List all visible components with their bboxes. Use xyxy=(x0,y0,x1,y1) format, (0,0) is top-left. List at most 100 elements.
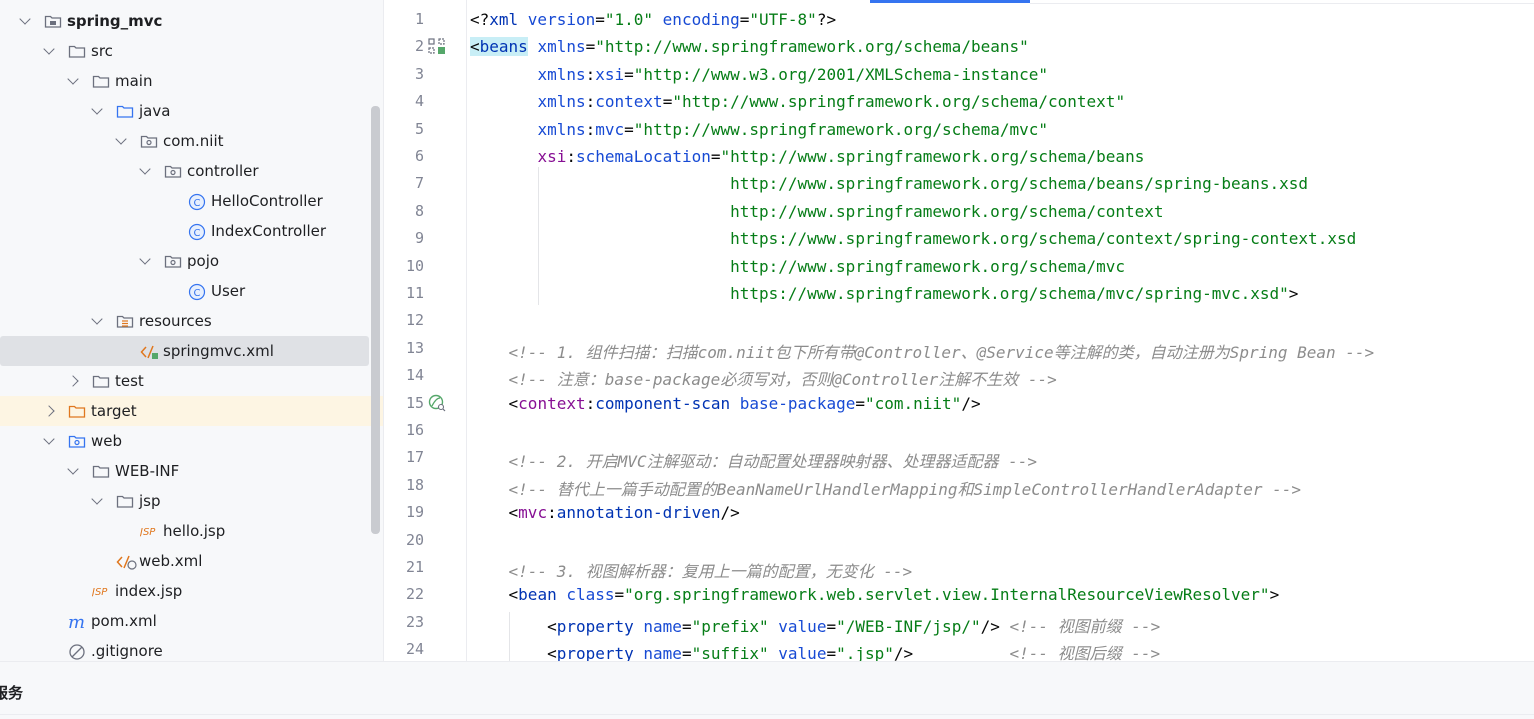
chevron-down-icon[interactable] xyxy=(19,13,31,25)
chevron-down-icon[interactable] xyxy=(115,133,127,145)
tree-item-hellocontroller[interactable]: C HelloController xyxy=(0,186,383,216)
code-line[interactable]: 7 http://www.springframework.org/schema/… xyxy=(384,169,1534,196)
code-token: version xyxy=(527,10,596,29)
code-token: = xyxy=(662,92,673,112)
code-line[interactable]: 4 xmlns:context="http://www.springframew… xyxy=(384,87,1534,114)
web-xml-file-icon xyxy=(116,553,137,570)
code-token: class xyxy=(566,585,615,605)
code-line[interactable]: 16 xyxy=(384,416,1534,443)
tree-item-src[interactable]: src xyxy=(0,36,383,66)
code-token: "http://www.w3.org/2001/XMLSchema-instan… xyxy=(633,64,1049,84)
chevron-down-icon[interactable] xyxy=(91,103,103,115)
code-text: <mvc:annotation-driven/> xyxy=(470,503,740,522)
tree-item-com-niit[interactable]: com.niit xyxy=(0,126,383,156)
code-line[interactable]: 6 xsi:schemaLocation="http://www.springf… xyxy=(384,142,1534,169)
source-folder-icon xyxy=(116,103,134,119)
chevron-down-icon[interactable] xyxy=(43,43,55,55)
code-token: > xyxy=(1288,284,1299,303)
chevron-down-icon[interactable] xyxy=(139,163,151,175)
tree-item-java[interactable]: java xyxy=(0,96,383,126)
folder-icon xyxy=(92,73,110,89)
code-line[interactable]: 17 <!-- 2. 开启MVC注解驱动：自动配置处理器映射器、处理器适配器 -… xyxy=(384,443,1534,471)
line-number: 15 xyxy=(405,393,424,412)
tree-item-web-xml[interactable]: web.xml xyxy=(0,546,383,576)
web-folder-icon xyxy=(68,433,86,449)
code-line[interactable]: 13 <!-- 1. 组件扫描：扫描com.niit包下所有带@Controll… xyxy=(384,334,1534,362)
code-line[interactable]: 22 <bean class="org.springframework.web.… xyxy=(384,580,1534,607)
chevron-down-icon[interactable] xyxy=(43,433,55,445)
component-scan-gutter-icon[interactable] xyxy=(428,394,446,412)
tree-item-gitignore[interactable]: .gitignore xyxy=(0,636,383,661)
code-text: xmlns:mvc="http://www.springframework.or… xyxy=(470,120,1048,139)
tree-item-target[interactable]: target xyxy=(0,396,383,426)
code-line[interactable]: 24 <property name="suffix" value=".jsp"/… xyxy=(384,635,1534,661)
code-line[interactable]: 14 <!-- 注意：base-package必须写对，否则@Controlle… xyxy=(384,361,1534,389)
tree-scrollbar[interactable] xyxy=(371,106,380,534)
code-token: = xyxy=(614,585,625,605)
code-editor[interactable]: 1 <?xml version="1.0" encoding="UTF-8"?> 2… xyxy=(384,0,1534,661)
tree-item-controller[interactable]: controller xyxy=(0,156,383,186)
code-line[interactable]: 5 xmlns:mvc="http://www.springframework.… xyxy=(384,115,1534,142)
chevron-down-icon[interactable] xyxy=(67,463,79,475)
tree-item-pom-xml[interactable]: m pom.xml xyxy=(0,606,383,636)
tree-item-web-inf[interactable]: WEB-INF xyxy=(0,456,383,486)
tree-item-resources[interactable]: resources xyxy=(0,306,383,336)
tree-item-test[interactable]: test xyxy=(0,366,383,396)
code-token: : xyxy=(585,64,596,84)
code-line[interactable]: 20 xyxy=(384,526,1534,553)
code-line[interactable]: 15 <context:component-scan base-package=… xyxy=(384,389,1534,416)
code-token: xmlns xyxy=(537,37,586,57)
code-line[interactable]: 8 http://www.springframework.org/schema/… xyxy=(384,197,1534,224)
project-tree[interactable]: spring_mvc src main java com.niit controller C… xyxy=(0,0,384,661)
svg-text:C: C xyxy=(194,198,201,209)
package-icon xyxy=(164,253,182,269)
package-icon xyxy=(140,133,158,149)
chevron-down-icon[interactable] xyxy=(67,73,79,85)
code-token: /> xyxy=(720,503,740,523)
tree-item-main[interactable]: main xyxy=(0,66,383,96)
code-line[interactable]: 1 <?xml version="1.0" encoding="UTF-8"?> xyxy=(384,5,1534,32)
svg-text:JSP: JSP xyxy=(140,527,156,538)
line-number: 21 xyxy=(405,558,424,576)
tree-item-springmvc-xml[interactable]: springmvc.xml xyxy=(0,336,369,366)
code-line[interactable]: 2 <beans xmlns="http://www.springframewor… xyxy=(384,32,1534,59)
chevron-down-icon[interactable] xyxy=(139,253,151,265)
chevron-down-icon[interactable] xyxy=(91,313,103,325)
tree-item-label: main xyxy=(115,72,153,90)
code-token: xmlns xyxy=(537,119,586,139)
tree-item-hello-jsp[interactable]: JSP hello.jsp xyxy=(0,516,383,546)
code-line[interactable]: 12 xyxy=(384,306,1534,333)
code-token: mvc xyxy=(595,119,625,139)
code-line[interactable]: 23 <property name="prefix" value="/WEB-I… xyxy=(384,608,1534,636)
line-number: 24 xyxy=(405,640,424,659)
code-line[interactable]: 3 xmlns:xsi="http://www.w3.org/2001/XMLS… xyxy=(384,60,1534,87)
code-line[interactable]: 10 http://www.springframework.org/schema… xyxy=(384,252,1534,279)
code-line[interactable]: 18 <!-- 替代上一篇手动配置的BeanNameUrlHandlerMapp… xyxy=(384,471,1534,499)
tree-item-indexcontroller[interactable]: C IndexController xyxy=(0,216,383,246)
code-token: = xyxy=(826,644,837,661)
line-number: 19 xyxy=(405,503,424,522)
code-token: context xyxy=(518,393,586,413)
spring-bean-gutter-icon[interactable] xyxy=(428,37,446,55)
code-line[interactable]: 19 <mvc:annotation-driven/> xyxy=(384,498,1534,525)
code-line[interactable]: 11 https://www.springframework.org/schem… xyxy=(384,279,1534,306)
tree-item-pojo[interactable]: pojo xyxy=(0,246,383,276)
code-line[interactable]: 21 <!-- 3. 视图解析器：复用上一篇的配置，无变化 --> xyxy=(384,553,1534,581)
tree-item-jsp[interactable]: jsp xyxy=(0,486,383,516)
tree-item-user[interactable]: C User xyxy=(0,276,383,306)
services-panel[interactable]: 服务 xyxy=(0,661,1534,719)
code-token: /> xyxy=(980,616,1010,636)
code-token: context xyxy=(595,92,663,112)
tree-item-index-jsp[interactable]: JSP index.jsp xyxy=(0,576,383,606)
tree-item-web[interactable]: web xyxy=(0,426,383,456)
code-token: http://www.springframework.org/schema/co… xyxy=(470,201,1164,221)
code-token: http://www.springframework.org/schema/be… xyxy=(470,174,1309,194)
chevron-down-icon[interactable] xyxy=(91,493,103,505)
tree-item-spring-mvc[interactable]: spring_mvc xyxy=(0,6,383,36)
code-token: "org.springframework.web.servlet.view.In… xyxy=(624,585,1270,605)
tree-item-label: com.niit xyxy=(163,132,224,150)
chevron-right-icon[interactable] xyxy=(67,375,79,387)
code-line[interactable]: 9 https://www.springframework.org/schema… xyxy=(384,224,1534,251)
chevron-right-icon[interactable] xyxy=(43,405,55,417)
package-icon xyxy=(164,163,182,179)
